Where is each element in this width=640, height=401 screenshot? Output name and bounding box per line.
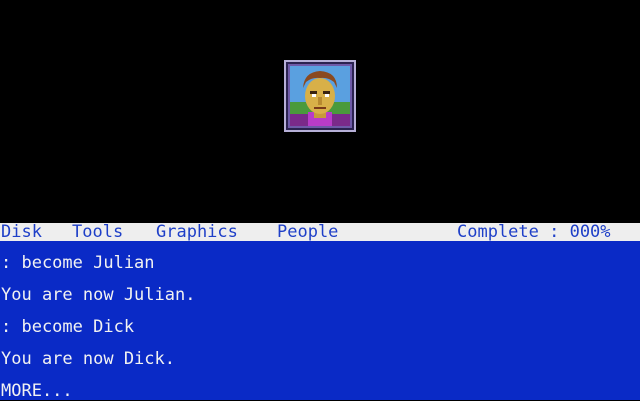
portrait-face-icon — [290, 66, 350, 126]
menu-tools[interactable]: Tools — [72, 223, 123, 241]
console-line: You are now Julian. — [1, 285, 196, 305]
more-prompt[interactable]: MORE... — [1, 381, 73, 401]
scene-view — [0, 0, 640, 223]
menu-bar: Disk Tools Graphics People Complete : 00… — [0, 223, 640, 241]
console-line: You are now Dick. — [1, 349, 175, 369]
text-console: : become Julian You are now Julian. : be… — [0, 241, 640, 401]
menu-disk[interactable]: Disk — [1, 223, 42, 241]
console-line: : become Dick — [1, 317, 135, 337]
console-line: : become Julian — [1, 253, 155, 273]
character-portrait[interactable] — [284, 60, 356, 132]
menu-graphics[interactable]: Graphics — [156, 223, 238, 241]
completion-status: Complete : 000% — [457, 222, 611, 242]
menu-people[interactable]: People — [277, 223, 338, 241]
